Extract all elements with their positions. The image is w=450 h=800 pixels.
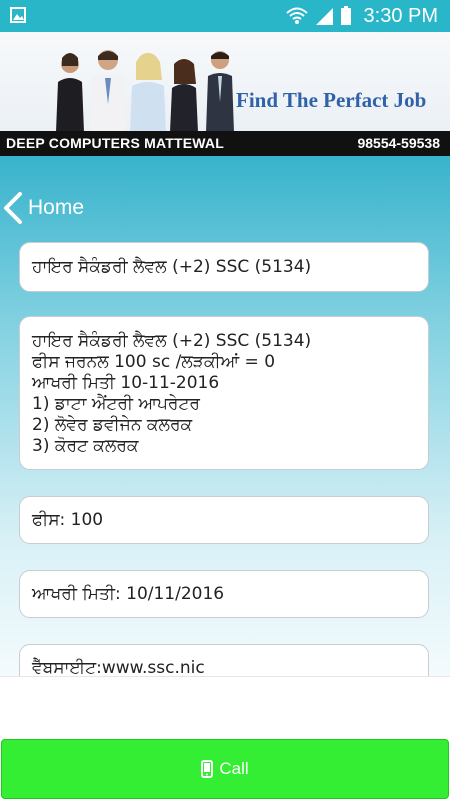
clock: 3:30 PM <box>363 4 438 27</box>
banner-tagline: Find The Perfact Job <box>236 88 427 112</box>
system-icons: 3:30 PM <box>285 0 438 32</box>
detail-line: ਫੀਸ ਜਰਨਲ 100 sc /ਲੜਕੀਆਂ = 0 <box>32 352 276 372</box>
job-title-card: ਹਾਇਰ ਸੈਕੰਡਰੀ ਲੈਵਲ (+2) SSC (5134) <box>19 242 429 292</box>
empty-area <box>0 676 450 739</box>
call-button[interactable]: Call <box>1 739 449 799</box>
detail-line: 3) ਕੋਰਟ ਕਲਰਕ <box>32 436 139 456</box>
battery-icon <box>340 6 351 25</box>
business-people-image <box>56 50 234 132</box>
last-date-card: ਆਖਰੀ ਮਿਤੀ: 10/11/2016 <box>19 570 429 618</box>
job-title: ਹਾਇਰ ਸੈਕੰਡਰੀ ਲੈਵਲ (+2) SSC (5134) <box>32 256 312 277</box>
banner-info-strip: DEEP COMPUTERS MATTEWAL 98554-59538 <box>0 131 450 156</box>
wifi-icon <box>285 7 308 24</box>
detail-line: ਆਖਰੀ ਮਿਤੀ 10-11-2016 <box>32 373 220 393</box>
detail-line: 1) ਡਾਟਾ ਐਂਟਰੀ ਆਪਰੇਟਰ <box>32 394 200 414</box>
call-label: Call <box>219 759 249 778</box>
back-button[interactable]: Home <box>0 188 84 228</box>
fee-text: ਫੀਸ: 100 <box>32 509 104 530</box>
phone-icon <box>201 760 214 778</box>
detail-line: 2) ਲੋਵੇਰ ਡਵੀਜੇਨ ਕਲਰਕ <box>32 415 193 435</box>
signal-icon <box>315 8 333 25</box>
company-name: DEEP COMPUTERS MATTEWAL <box>6 135 224 151</box>
status-bar: 3:30 PM <box>0 0 450 32</box>
company-phone: 98554-59538 <box>357 135 440 151</box>
last-date-text: ਆਖਰੀ ਮਿਤੀ: 10/11/2016 <box>32 583 225 604</box>
fee-card: ਫੀਸ: 100 <box>19 496 429 544</box>
chevron-left-icon <box>4 192 22 224</box>
image-icon <box>10 7 26 23</box>
main-content: Home ਹਾਇਰ ਸੈਕੰਡਰੀ ਲੈਵਲ (+2) SSC (5134) ਹ… <box>0 156 450 692</box>
back-label: Home <box>28 196 85 219</box>
detail-line: ਹਾਇਰ ਸੈਕੰਡਰੀ ਲੈਵਲ (+2) SSC (5134) <box>32 331 312 351</box>
header-banner: Find The Perfact Job DEEP COMPUTERS MATT… <box>0 32 450 156</box>
job-details-card: ਹਾਇਰ ਸੈਕੰਡਰੀ ਲੈਵਲ (+2) SSC (5134) ਫੀਸ ਜਰ… <box>19 316 429 470</box>
